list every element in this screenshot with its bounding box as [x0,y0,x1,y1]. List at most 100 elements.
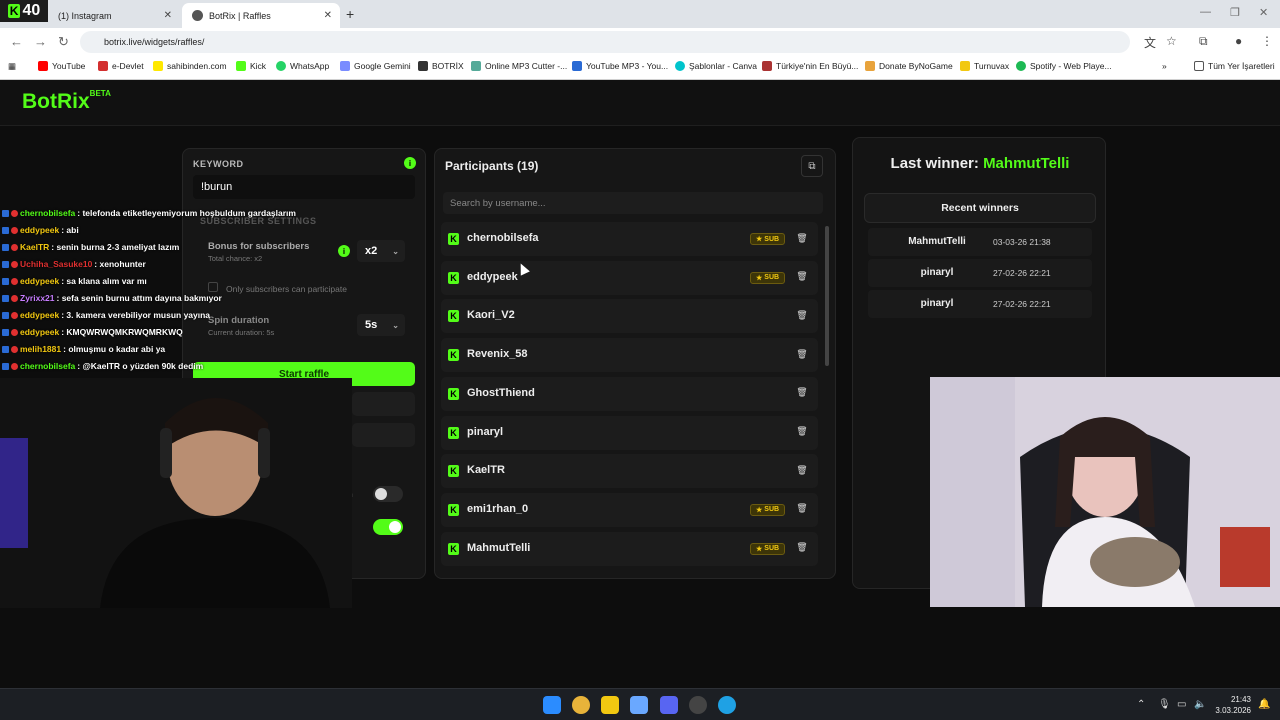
winner-row: pinaryl 27-02-26 22:21 [868,290,1092,318]
window-close-icon[interactable]: ✕ [1259,6,1268,19]
discord-icon[interactable] [660,696,678,714]
edge-icon[interactable] [718,696,736,714]
botrix-logo[interactable]: BotRixBETA [22,89,111,114]
tab-instagram[interactable]: (1) Instagram ✕ [48,3,180,28]
participant-row[interactable]: Keddypeek ★ SUB 🗑 [441,260,818,295]
maximize-icon[interactable]: ❐ [1230,6,1240,19]
minimize-icon[interactable]: — [1200,6,1211,18]
sub-badge: ★ SUB [750,503,786,516]
trash-icon[interactable]: 🗑 [794,462,810,478]
scrollbar[interactable] [825,226,829,366]
trash-icon[interactable]: 🗑 [794,385,810,401]
participant-row[interactable]: K Kaori_V2 🗑 [441,299,818,334]
star-icon[interactable]: ☆ [1166,34,1177,48]
all-bookmarks[interactable]: Tüm Yer İşaretleri [1194,61,1275,71]
microphone-icon[interactable]: 🎙 [1158,699,1171,710]
trash-icon[interactable]: 🗑 [794,501,810,517]
chat-user: chernobilsefa [20,361,76,371]
bookmark-youtube[interactable]: YouTube [38,61,85,71]
participant-row[interactable]: K Revenix_58 🗑 [441,338,818,373]
trash-icon[interactable]: 🗑 [794,424,810,440]
bookmark-ytmp3[interactable]: YouTube MP3 - You... [572,61,668,71]
badge-icon [11,277,18,285]
reload-icon[interactable]: ↻ [58,34,69,50]
close-icon[interactable]: ✕ [324,10,332,21]
forward-icon[interactable]: → [34,34,47,49]
close-icon[interactable]: ✕ [164,10,172,21]
bookmark-mp3cutter[interactable]: Online MP3 Cutter -... [471,61,567,71]
bookmark-edevlet[interactable]: e-Devlet [98,61,144,71]
bonus-sub: Total chance: x2 [208,254,263,263]
winner-name: pinaryl [920,267,954,278]
clock-time: 21:43 [1230,695,1251,704]
chrome-icon[interactable] [572,696,590,714]
more-bookmarks-icon[interactable]: » [1162,61,1167,71]
trash-icon[interactable]: 🗑 [794,540,810,556]
bookmark-label: Online MP3 Cutter -... [485,61,568,71]
app-icon[interactable] [630,696,648,714]
secondary-button[interactable] [352,423,415,447]
notifications-icon[interactable]: 🔔 [1258,699,1270,710]
turkiye-icon [762,61,772,71]
windows-start-icon[interactable] [543,696,561,714]
badge-icon [11,243,18,251]
trash-icon[interactable]: 🗑 [794,346,810,362]
back-icon[interactable]: ← [10,34,23,49]
bookmark-whatsapp[interactable]: WhatsApp [276,61,329,71]
participant-row[interactable]: K KaelTR 🗑 [441,454,818,489]
kick-badge-count: 40 [22,2,41,19]
toggle-off[interactable] [373,486,403,502]
info-icon[interactable]: i [404,157,416,169]
participant-row[interactable]: K MahmutTelli ★ SUB 🗑 [441,531,818,566]
bookmark-turkiye[interactable]: Türkiye'nin En Büyü... [762,61,858,71]
network-icon[interactable]: ▭ [1177,699,1186,710]
last-winner: Last winner: MahmutTelli [864,155,1096,172]
winner-date: 27-02-26 22:21 [993,268,1051,278]
obs-icon[interactable] [689,696,707,714]
toggle-on[interactable] [373,519,403,535]
extensions-icon[interactable]: ⧉ [1199,34,1208,49]
star-icon: ★ [756,274,763,282]
bookmark-canva[interactable]: Şablonlar - Canva [675,61,757,71]
trash-icon[interactable]: 🗑 [794,230,810,246]
menu-icon[interactable]: ⋮ [1261,34,1273,48]
only-subs-checkbox[interactable] [208,282,218,292]
bookmark-turnuvax[interactable]: Turnuvax [960,61,1009,71]
participant-name: GhostThiend [467,386,535,399]
chat-text: : abi [61,225,79,235]
bookmark-botrix[interactable]: BOTRİX [418,61,464,71]
clock[interactable]: 21:43 3.03.2026 [1213,694,1251,716]
chat-user: eddypeek [20,310,60,320]
volume-icon[interactable]: 🔈 [1194,699,1206,710]
participant-search-input[interactable]: Search by username... [443,192,823,214]
keyword-input[interactable]: !burun [193,175,415,199]
secondary-button[interactable] [352,392,415,416]
file-explorer-icon[interactable] [601,696,619,714]
tab-botrix[interactable]: BotRix | Raffles ✕ [182,3,340,28]
bookmark-bynogame[interactable]: Donate ByNoGame [865,61,953,71]
spin-select[interactable]: 5s ⌄ [357,314,405,336]
new-tab-button[interactable]: + [346,6,354,22]
participant-row[interactable]: Kpinaryl 🗑 [441,415,818,450]
bookmark-sahibinden[interactable]: sahibinden.com [153,61,227,71]
bookmark-spotify[interactable]: Spotify - Web Playe... [1016,61,1112,71]
tray-chevron-icon[interactable]: ⌃ [1137,699,1145,710]
winner-name: pinaryl [920,298,954,309]
trash-icon[interactable]: 🗑 [794,307,810,323]
trash-icon[interactable]: 🗑 [794,269,810,285]
apps-grid-icon[interactable]: ▦ [8,61,16,72]
translate-icon[interactable]: 文 [1144,34,1156,51]
participant-row[interactable]: Kchernobilsefa ★ SUB 🗑 [441,222,818,256]
badge-icon [2,243,9,251]
address-bar[interactable]: botrix.live/widgets/raffles/ [80,31,1130,53]
bonus-select[interactable]: x2 ⌄ [357,240,405,262]
participant-row[interactable]: Kemi1rhan_0 ★ SUB 🗑 [441,492,818,527]
participant-row[interactable]: K GhostThiend 🗑 [441,376,818,411]
info-icon[interactable]: i [338,245,350,257]
copy-icon[interactable]: ⧉ [801,155,823,177]
bookmark-gemini[interactable]: Google Gemini [340,61,411,71]
search-placeholder: Search by username... [450,197,546,209]
profile-icon[interactable]: ● [1235,34,1242,48]
spotify-icon [1016,61,1026,71]
bookmark-kick[interactable]: Kick [236,61,266,71]
